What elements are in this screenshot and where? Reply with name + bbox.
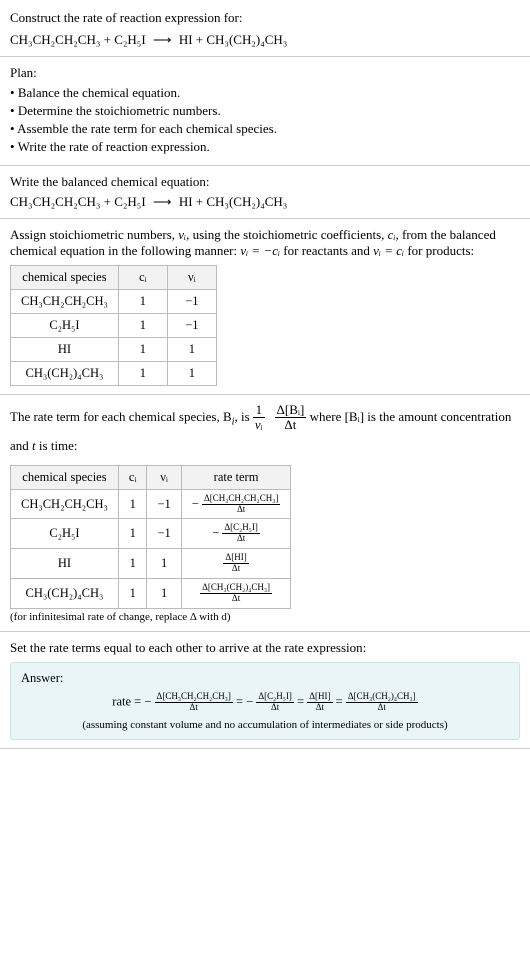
cell-species: C₂H₅I — [11, 519, 119, 549]
col-species: chemical species — [11, 265, 119, 289]
relation-reactants: νᵢ = −cᵢ — [240, 243, 280, 258]
assumption-note: (assuming constant volume and no accumul… — [21, 719, 509, 731]
cell-ci: 1 — [118, 519, 147, 549]
product-2: CH₃(CH₂)₄CH₃ — [206, 32, 287, 47]
rate-term-3: Δ[HI] Δt — [307, 692, 332, 713]
cell-ci: 1 — [118, 289, 167, 313]
final-section: Set the rate terms equal to each other t… — [0, 632, 530, 749]
rate-label: rate — [112, 694, 131, 708]
final-title: Set the rate terms equal to each other t… — [10, 640, 520, 656]
reactant-2: C₂H₅I — [114, 194, 145, 209]
table-row: HI 1 1 Δ[HI] Δt — [11, 549, 291, 579]
plan-section: Plan: Balance the chemical equation. Det… — [0, 57, 530, 166]
cell-rate-term: − Δ[C₂H₅I] Δt — [181, 519, 291, 549]
rate-term-section: The rate term for each chemical species,… — [0, 395, 530, 632]
c-i: cᵢ — [388, 227, 396, 242]
cell-species: CH₃CH₂CH₂CH₃ — [11, 489, 119, 519]
cell-rate-term: − Δ[CH₃CH₂CH₂CH₃] Δt — [181, 489, 291, 519]
cell-rate-term: Δ[HI] Δt — [181, 549, 291, 579]
delta-b-over-delta-t: Δ[Bᵢ] Δt — [275, 403, 307, 433]
table-row: CH₃CH₂CH₂CH₃ 1 −1 — [11, 289, 217, 313]
col-nui: νᵢ — [147, 465, 181, 489]
answer-box: Answer: rate = − Δ[CH₃CH₂CH₂CH₃] Δt = − … — [10, 662, 520, 740]
cell-ci: 1 — [118, 313, 167, 337]
rate-term-1: Δ[CH₃CH₂CH₂CH₃] Δt — [155, 692, 233, 713]
cell-nui: −1 — [167, 313, 216, 337]
col-nui: νᵢ — [167, 265, 216, 289]
plan-list: Balance the chemical equation. Determine… — [10, 85, 520, 155]
question-title: Construct the rate of reaction expressio… — [10, 8, 520, 28]
product-2: CH₃(CH₂)₄CH₃ — [206, 194, 287, 209]
product-1: HI — [179, 194, 193, 209]
table-row: CH₃(CH₂)₄CH₃ 1 1 — [11, 361, 217, 385]
cell-ci: 1 — [118, 549, 147, 579]
cell-nui: 1 — [167, 337, 216, 361]
cell-nui: 1 — [147, 549, 181, 579]
question-section: Construct the rate of reaction expressio… — [0, 0, 530, 57]
product-1: HI — [179, 32, 193, 47]
infinitesimal-note: (for infinitesimal rate of change, repla… — [10, 611, 520, 623]
table-row: HI 1 1 — [11, 337, 217, 361]
table-row: C₂H₅I 1 −1 − Δ[C₂H₅I] Δt — [11, 519, 291, 549]
plan-item: Determine the stoichiometric numbers. — [10, 103, 520, 119]
stoichiometric-section: Assign stoichiometric numbers, νᵢ, using… — [0, 219, 530, 395]
rate-term-intro: The rate term for each chemical species,… — [10, 403, 520, 459]
cell-species: CH₃(CH₂)₄CH₃ — [11, 579, 119, 609]
rate-term-2: Δ[C₂H₅I] Δt — [256, 692, 294, 713]
arrow-icon: ⟶ — [149, 194, 176, 209]
table-row: CH₃(CH₂)₄CH₃ 1 1 Δ[CH₃(CH₂)₄CH₃] Δt — [11, 579, 291, 609]
nu-i: νᵢ — [178, 227, 186, 242]
cell-ci: 1 — [118, 361, 167, 385]
table-row: CH₃CH₂CH₂CH₃ 1 −1 − Δ[CH₃CH₂CH₂CH₃] Δt — [11, 489, 291, 519]
one-over-nu: 1 νᵢ — [253, 403, 265, 433]
arrow-icon: ⟶ — [149, 32, 176, 47]
cell-nui: −1 — [167, 289, 216, 313]
cell-ci: 1 — [118, 579, 147, 609]
col-ci: cᵢ — [118, 465, 147, 489]
cell-rate-term: Δ[CH₃(CH₂)₄CH₃] Δt — [181, 579, 291, 609]
cell-nui: −1 — [147, 519, 181, 549]
rate-expression: rate = − Δ[CH₃CH₂CH₂CH₃] Δt = − Δ[C₂H₅I]… — [21, 692, 509, 713]
table-header-row: chemical species cᵢ νᵢ — [11, 265, 217, 289]
cell-nui: 1 — [167, 361, 216, 385]
cell-species: HI — [11, 337, 119, 361]
balanced-equation: CH₃CH₂CH₂CH₃ + C₂H₅I ⟶ HI + CH₃(CH₂)₄CH₃ — [10, 194, 520, 210]
reactant-1: CH₃CH₂CH₂CH₃ — [10, 194, 100, 209]
table-row: C₂H₅I 1 −1 — [11, 313, 217, 337]
rate-term-4: Δ[CH₃(CH₂)₄CH₃] Δt — [346, 692, 418, 713]
rate-term-table: chemical species cᵢ νᵢ rate term CH₃CH₂C… — [10, 465, 291, 609]
table-header-row: chemical species cᵢ νᵢ rate term — [11, 465, 291, 489]
reactant-2: C₂H₅I — [114, 32, 145, 47]
balanced-equation-section: Write the balanced chemical equation: CH… — [0, 166, 530, 219]
cell-nui: −1 — [147, 489, 181, 519]
cell-ci: 1 — [118, 489, 147, 519]
cell-species: CH₃CH₂CH₂CH₃ — [11, 289, 119, 313]
balanced-title: Write the balanced chemical equation: — [10, 174, 520, 190]
col-ci: cᵢ — [118, 265, 167, 289]
relation-products: νᵢ = cᵢ — [373, 243, 404, 258]
col-species: chemical species — [11, 465, 119, 489]
cell-species: C₂H₅I — [11, 313, 119, 337]
plan-item: Assemble the rate term for each chemical… — [10, 121, 520, 137]
stoich-intro: Assign stoichiometric numbers, νᵢ, using… — [10, 227, 520, 259]
plan-item: Write the rate of reaction expression. — [10, 139, 520, 155]
stoich-table: chemical species cᵢ νᵢ CH₃CH₂CH₂CH₃ 1 −1… — [10, 265, 217, 386]
question-equation: CH₃CH₂CH₂CH₃ + C₂H₅I ⟶ HI + CH₃(CH₂)₄CH₃ — [10, 32, 520, 48]
cell-nui: 1 — [147, 579, 181, 609]
plan-title: Plan: — [10, 65, 520, 81]
answer-label: Answer: — [21, 671, 509, 686]
plan-item: Balance the chemical equation. — [10, 85, 520, 101]
cell-species: CH₃(CH₂)₄CH₃ — [11, 361, 119, 385]
cell-species: HI — [11, 549, 119, 579]
cell-ci: 1 — [118, 337, 167, 361]
reactant-1: CH₃CH₂CH₂CH₃ — [10, 32, 100, 47]
col-rate-term: rate term — [181, 465, 291, 489]
